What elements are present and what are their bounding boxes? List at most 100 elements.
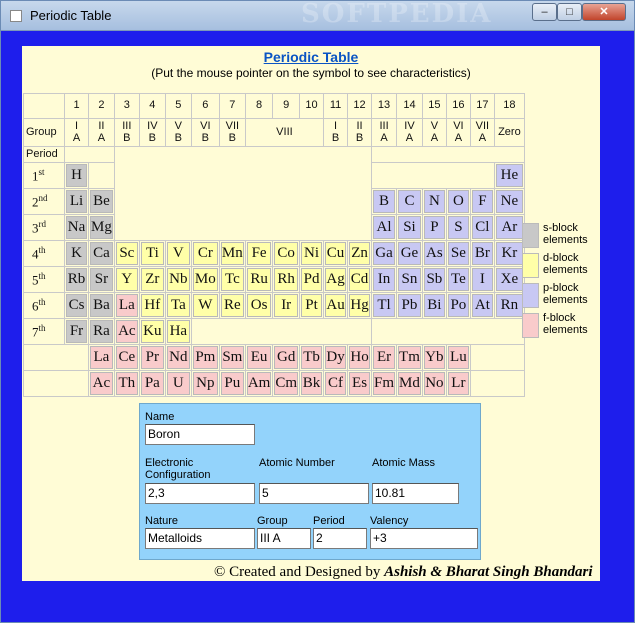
element-pu[interactable]: Pu	[218, 370, 246, 397]
element-sm[interactable]: Sm	[218, 344, 246, 371]
nature-field[interactable]: Metalloids	[145, 528, 255, 549]
element-b[interactable]: B	[371, 188, 398, 215]
element-au[interactable]: Au	[323, 292, 349, 319]
element-pd[interactable]: Pd	[299, 266, 325, 293]
element-li[interactable]: Li	[64, 188, 89, 215]
element-fe[interactable]: Fe	[244, 240, 274, 267]
element-hf[interactable]: Hf	[138, 292, 166, 319]
element-tl[interactable]: Tl	[371, 292, 398, 319]
element-er[interactable]: Er	[371, 344, 398, 371]
element-re[interactable]: Re	[218, 292, 246, 319]
element-eu[interactable]: Eu	[244, 344, 274, 371]
element-no[interactable]: No	[421, 370, 447, 397]
element-v[interactable]: V	[164, 240, 192, 267]
element-ho[interactable]: Ho	[347, 344, 373, 371]
element-yb[interactable]: Yb	[421, 344, 447, 371]
element-cr[interactable]: Cr	[190, 240, 220, 267]
atomic-number-field[interactable]: 5	[259, 483, 369, 504]
element-co[interactable]: Co	[272, 240, 301, 267]
element-i[interactable]: I	[469, 266, 495, 293]
element-pm[interactable]: Pm	[190, 344, 220, 371]
element-ac[interactable]: Ac	[113, 318, 140, 345]
element-pr[interactable]: Pr	[138, 344, 166, 371]
element-si[interactable]: Si	[396, 214, 423, 241]
element-tc[interactable]: Tc	[218, 266, 246, 293]
element-ar[interactable]: Ar	[493, 214, 525, 241]
page-title[interactable]: Periodic Table	[22, 49, 600, 65]
element-mg[interactable]: Mg	[88, 214, 115, 241]
element-be[interactable]: Be	[88, 188, 115, 215]
element-sn[interactable]: Sn	[396, 266, 423, 293]
element-c[interactable]: C	[396, 188, 423, 215]
element-as[interactable]: As	[421, 240, 447, 267]
element-ra[interactable]: Ra	[88, 318, 115, 345]
element-ag[interactable]: Ag	[323, 266, 349, 293]
element-rn[interactable]: Rn	[493, 292, 525, 319]
element-gd[interactable]: Gd	[272, 344, 301, 371]
element-cd[interactable]: Cd	[347, 266, 373, 293]
element-nb[interactable]: Nb	[164, 266, 192, 293]
element-pt[interactable]: Pt	[299, 292, 325, 319]
element-tb[interactable]: Tb	[299, 344, 325, 371]
element-ga[interactable]: Ga	[371, 240, 398, 267]
element-kr[interactable]: Kr	[493, 240, 525, 267]
element-se[interactable]: Se	[445, 240, 471, 267]
element-he[interactable]: He	[493, 162, 525, 189]
element-o[interactable]: O	[445, 188, 471, 215]
element-sb[interactable]: Sb	[421, 266, 447, 293]
element-u[interactable]: U	[164, 370, 192, 397]
element-ta[interactable]: Ta	[164, 292, 192, 319]
name-field[interactable]: Boron	[145, 424, 255, 445]
element-zn[interactable]: Zn	[347, 240, 373, 267]
element-xe[interactable]: Xe	[493, 266, 525, 293]
element-rb[interactable]: Rb	[64, 266, 89, 293]
element-la[interactable]: La	[113, 292, 140, 319]
element-sc[interactable]: Sc	[113, 240, 140, 267]
element-w[interactable]: W	[190, 292, 220, 319]
element-np[interactable]: Np	[190, 370, 220, 397]
element-ca[interactable]: Ca	[88, 240, 115, 267]
element-la[interactable]: La	[88, 344, 115, 371]
minimize-button[interactable]: –	[532, 3, 557, 21]
element-mn[interactable]: Mn	[218, 240, 246, 267]
element-th[interactable]: Th	[113, 370, 140, 397]
element-ru[interactable]: Ru	[244, 266, 274, 293]
element-po[interactable]: Po	[445, 292, 471, 319]
element-md[interactable]: Md	[396, 370, 423, 397]
element-s[interactable]: S	[445, 214, 471, 241]
element-mo[interactable]: Mo	[190, 266, 220, 293]
element-na[interactable]: Na	[64, 214, 89, 241]
element-ac[interactable]: Ac	[88, 370, 115, 397]
valency-field[interactable]: +3	[370, 528, 478, 549]
element-es[interactable]: Es	[347, 370, 373, 397]
element-ne[interactable]: Ne	[493, 188, 525, 215]
element-cs[interactable]: Cs	[64, 292, 89, 319]
element-ba[interactable]: Ba	[88, 292, 115, 319]
element-ti[interactable]: Ti	[138, 240, 166, 267]
element-br[interactable]: Br	[469, 240, 495, 267]
element-sr[interactable]: Sr	[88, 266, 115, 293]
element-n[interactable]: N	[421, 188, 447, 215]
element-nd[interactable]: Nd	[164, 344, 192, 371]
element-dy[interactable]: Dy	[323, 344, 349, 371]
element-in[interactable]: In	[371, 266, 398, 293]
element-ge[interactable]: Ge	[396, 240, 423, 267]
period-field[interactable]: 2	[313, 528, 367, 549]
element-cl[interactable]: Cl	[469, 214, 495, 241]
close-button[interactable]: ✕	[582, 3, 626, 21]
element-hg[interactable]: Hg	[347, 292, 373, 319]
atomic-mass-field[interactable]: 10.81	[372, 483, 459, 504]
element-cu[interactable]: Cu	[323, 240, 349, 267]
config-field[interactable]: 2,3	[145, 483, 255, 504]
element-ni[interactable]: Ni	[299, 240, 325, 267]
element-os[interactable]: Os	[244, 292, 274, 319]
element-ku[interactable]: Ku	[138, 318, 166, 345]
element-y[interactable]: Y	[113, 266, 140, 293]
element-cf[interactable]: Cf	[323, 370, 349, 397]
element-h[interactable]: H	[64, 162, 89, 189]
element-fr[interactable]: Fr	[64, 318, 89, 345]
element-tm[interactable]: Tm	[396, 344, 423, 371]
element-bk[interactable]: Bk	[299, 370, 325, 397]
element-te[interactable]: Te	[445, 266, 471, 293]
title-bar[interactable]: Periodic Table SOFTPEDIA – □ ✕	[1, 0, 634, 31]
